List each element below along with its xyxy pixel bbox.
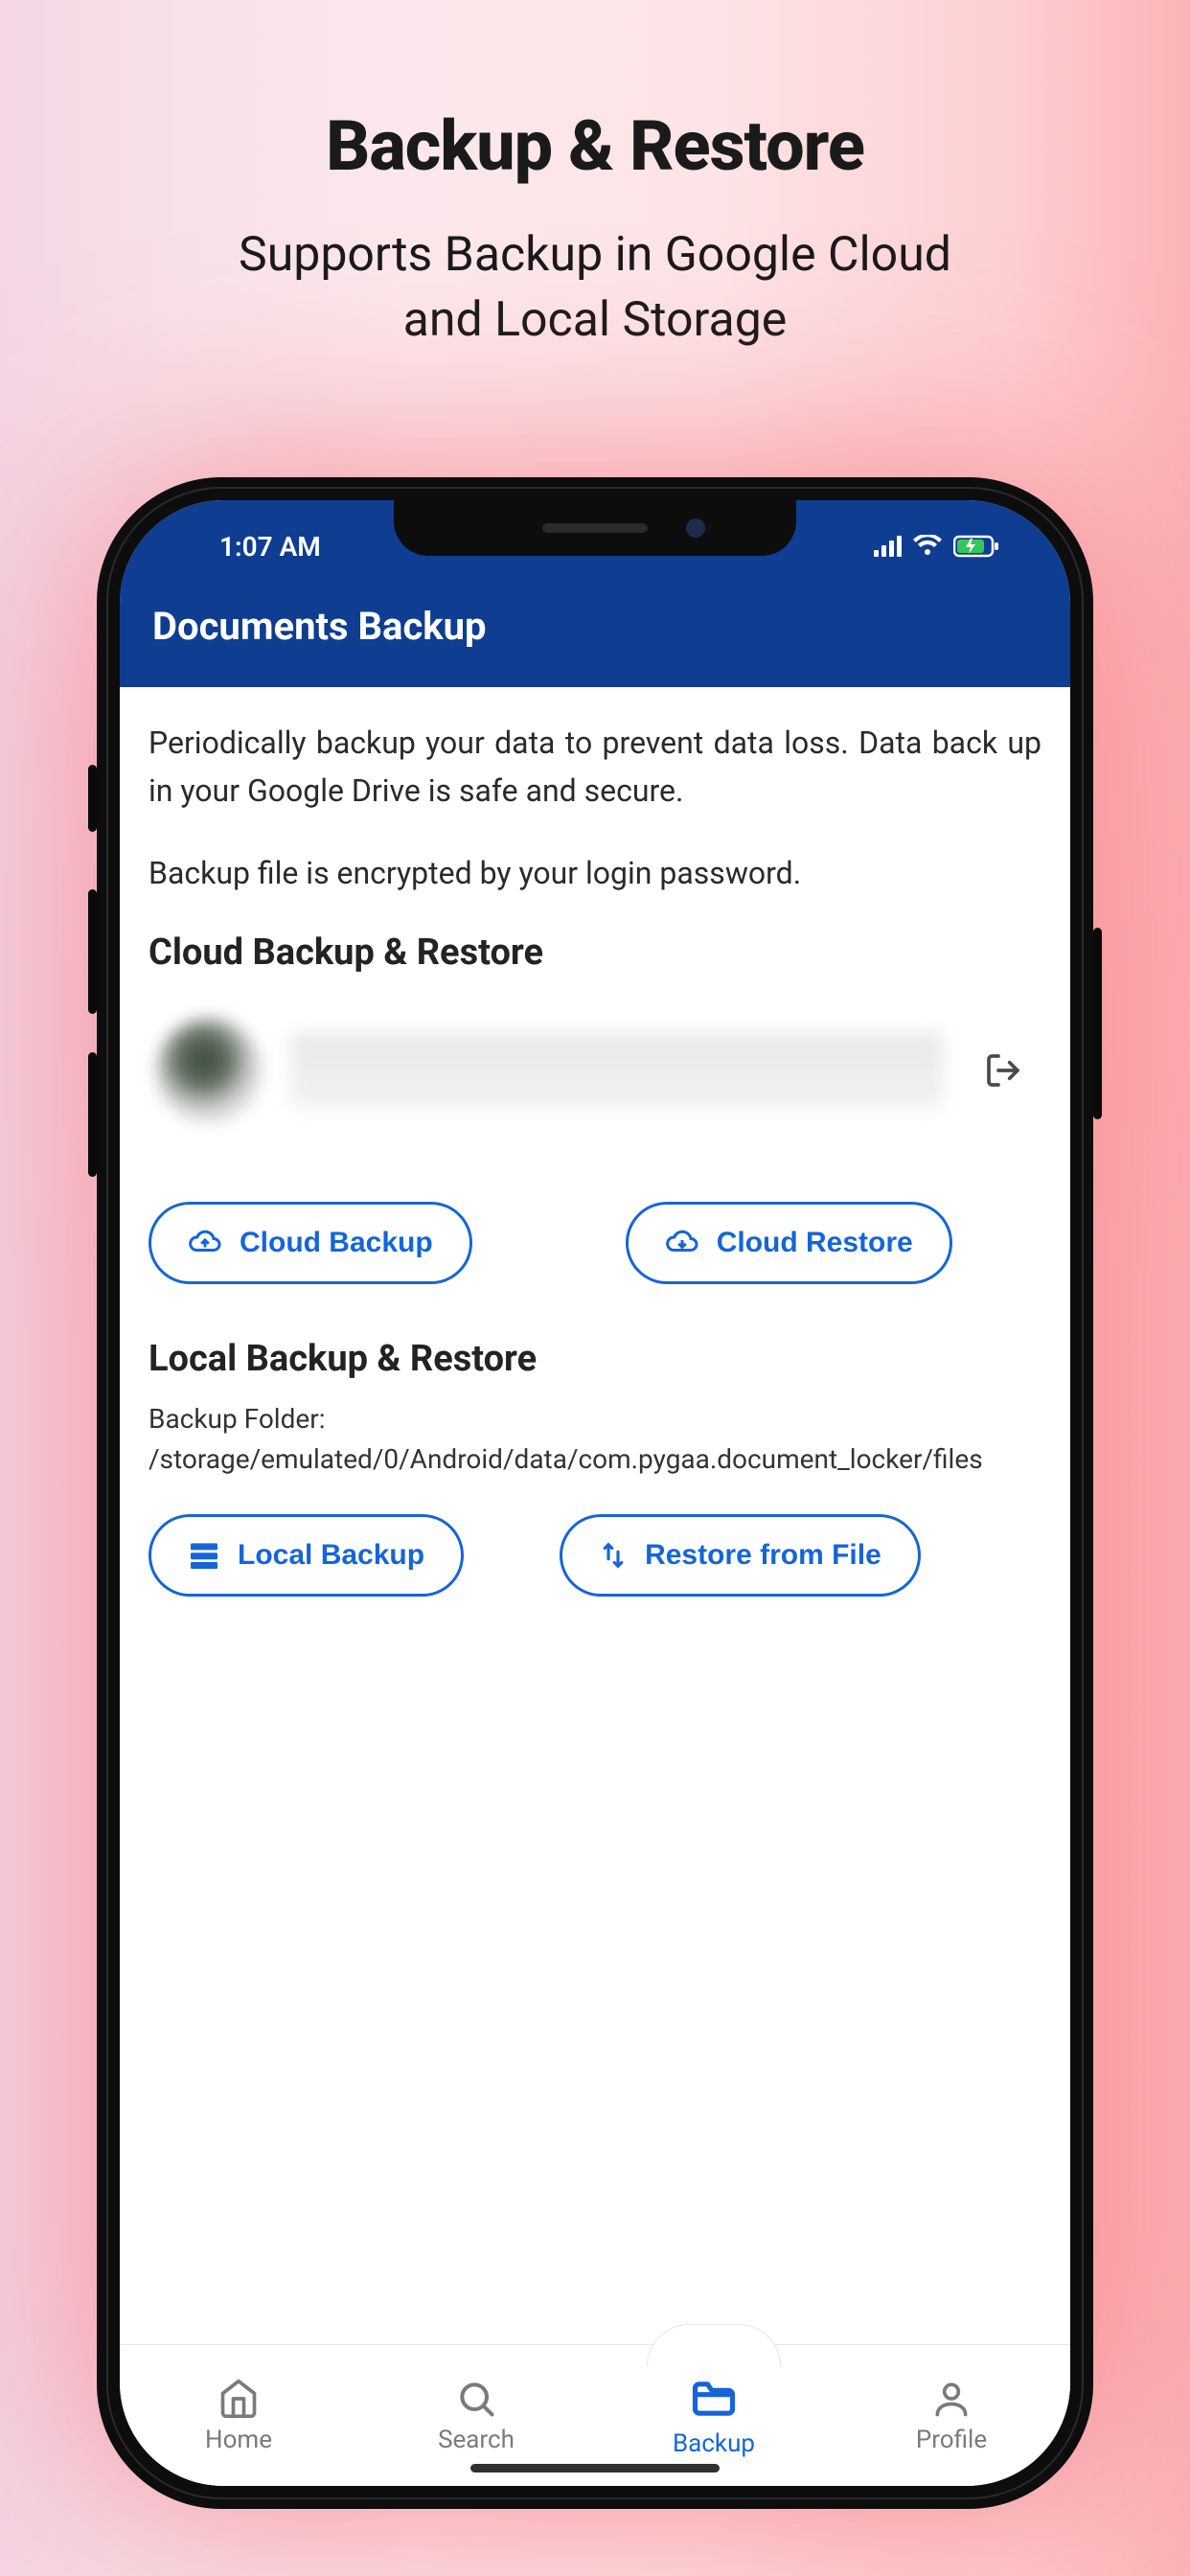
nav-profile-label: Profile	[916, 2426, 987, 2454]
backup-folder-label: Backup Folder:	[149, 1403, 326, 1435]
cloud-section-title: Cloud Backup & Restore	[149, 932, 1041, 974]
local-section-title: Local Backup & Restore	[149, 1338, 1041, 1380]
backup-folder-value: /storage/emulated/0/Android/data/com.pyg…	[149, 1443, 983, 1475]
nav-home[interactable]: Home	[120, 2345, 357, 2486]
cloud-backup-label: Cloud Backup	[240, 1227, 433, 1259]
home-indicator	[470, 2464, 720, 2472]
home-icon	[217, 2378, 260, 2420]
nav-profile[interactable]: Profile	[833, 2345, 1070, 2486]
signal-icon	[874, 536, 902, 557]
phone-frame: 1:07 AM	[97, 477, 1093, 2509]
battery-charging-icon	[953, 535, 999, 558]
wifi-icon	[913, 535, 942, 558]
cloud-backup-button[interactable]: Cloud Backup	[149, 1202, 472, 1284]
search-icon	[455, 2378, 497, 2420]
account-info-blurred	[290, 1032, 944, 1109]
nav-search-label: Search	[438, 2426, 515, 2454]
import-export-icon	[599, 1541, 628, 1570]
google-account-row[interactable]	[149, 1012, 1041, 1129]
phone-side-button	[88, 765, 97, 832]
encryption-note: Backup file is encrypted by your login p…	[149, 855, 1041, 891]
nav-home-label: Home	[205, 2426, 272, 2454]
local-backup-button[interactable]: Local Backup	[149, 1514, 464, 1597]
content-area: Periodically backup your data to prevent…	[120, 687, 1070, 2344]
storage-icon	[188, 1542, 220, 1569]
restore-from-file-button[interactable]: Restore from File	[560, 1514, 921, 1597]
promo-subtitle: Supports Backup in Google Cloud and Loca…	[239, 223, 951, 353]
backup-description: Periodically backup your data to prevent…	[149, 720, 1041, 815]
promo-subtitle-line1: Supports Backup in Google Cloud	[239, 227, 951, 283]
restore-from-file-label: Restore from File	[645, 1539, 881, 1572]
phone-power-button	[1093, 928, 1102, 1119]
profile-icon	[930, 2378, 973, 2420]
phone-notch	[394, 500, 796, 556]
avatar	[156, 1018, 262, 1123]
promo-title: Backup & Restore	[326, 105, 864, 187]
backup-folder-path: Backup Folder: /storage/emulated/0/Andro…	[149, 1399, 1041, 1480]
status-time: 1:07 AM	[219, 531, 321, 563]
local-backup-label: Local Backup	[238, 1539, 424, 1572]
nav-backup-label: Backup	[673, 2429, 755, 2458]
cloud-download-icon	[665, 1230, 699, 1256]
phone-volume-down	[88, 1052, 97, 1177]
phone-camera	[686, 518, 705, 538]
folder-icon	[689, 2374, 739, 2424]
cloud-upload-icon	[188, 1230, 222, 1256]
app-bar: Documents Backup	[120, 575, 1070, 687]
cloud-restore-label: Cloud Restore	[717, 1227, 913, 1259]
phone-mockup: 1:07 AM	[97, 477, 1093, 2509]
nav-bump	[647, 2324, 781, 2366]
sign-out-button[interactable]	[973, 1040, 1034, 1101]
phone-volume-up	[88, 889, 97, 1014]
phone-screen: 1:07 AM	[120, 500, 1070, 2486]
app-bar-title: Documents Backup	[152, 604, 487, 649]
phone-speaker	[542, 523, 648, 533]
promo-subtitle-line2: and Local Storage	[403, 292, 788, 348]
cloud-restore-button[interactable]: Cloud Restore	[626, 1202, 952, 1284]
